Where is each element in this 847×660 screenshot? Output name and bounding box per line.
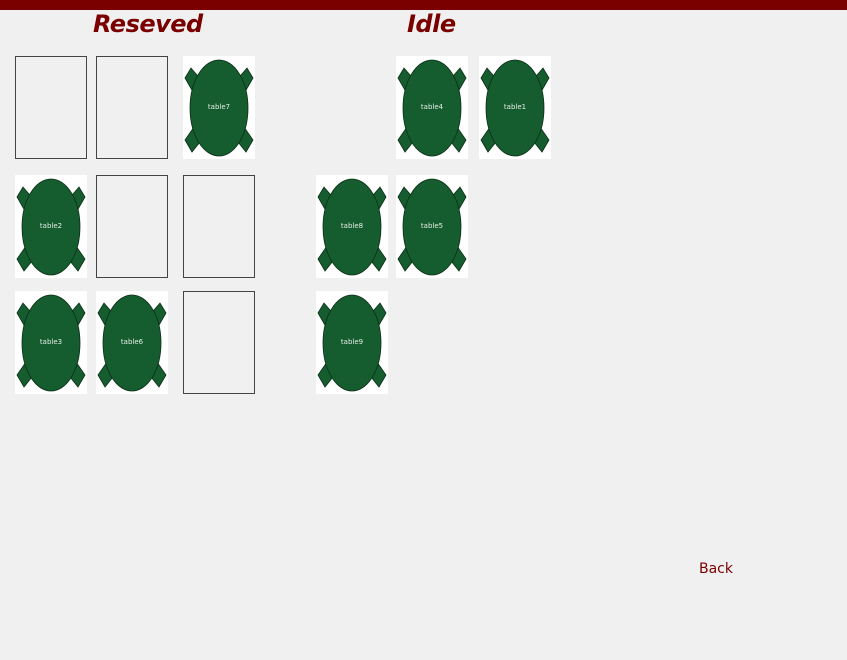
empty-slot (96, 56, 168, 159)
empty-slot (15, 56, 87, 159)
table-label: table2 (39, 222, 63, 230)
table-label: table8 (340, 222, 364, 230)
table-label: table6 (120, 338, 144, 346)
reserved-heading: Reseved (93, 10, 203, 38)
empty-slot (183, 291, 255, 394)
idle-heading: Idle (407, 10, 456, 38)
empty-slot (183, 175, 255, 278)
table-label: table3 (39, 338, 63, 346)
table-7-button[interactable]: table7 (183, 56, 255, 159)
table-9-button[interactable]: table9 (316, 291, 388, 394)
table-3-button[interactable]: table3 (15, 291, 87, 394)
table-4-button[interactable]: table4 (396, 56, 468, 159)
empty-slot (96, 175, 168, 278)
table-1-button[interactable]: table1 (479, 56, 551, 159)
table-label: table4 (420, 103, 444, 111)
table-label: table7 (207, 103, 231, 111)
top-bar (0, 0, 847, 10)
table-2-button[interactable]: table2 (15, 175, 87, 278)
table-5-button[interactable]: table5 (396, 175, 468, 278)
table-6-button[interactable]: table6 (96, 291, 168, 394)
back-button[interactable]: Back (699, 561, 733, 577)
table-label: table1 (503, 103, 527, 111)
table-8-button[interactable]: table8 (316, 175, 388, 278)
table-label: table5 (420, 222, 444, 230)
table-label: table9 (340, 338, 364, 346)
